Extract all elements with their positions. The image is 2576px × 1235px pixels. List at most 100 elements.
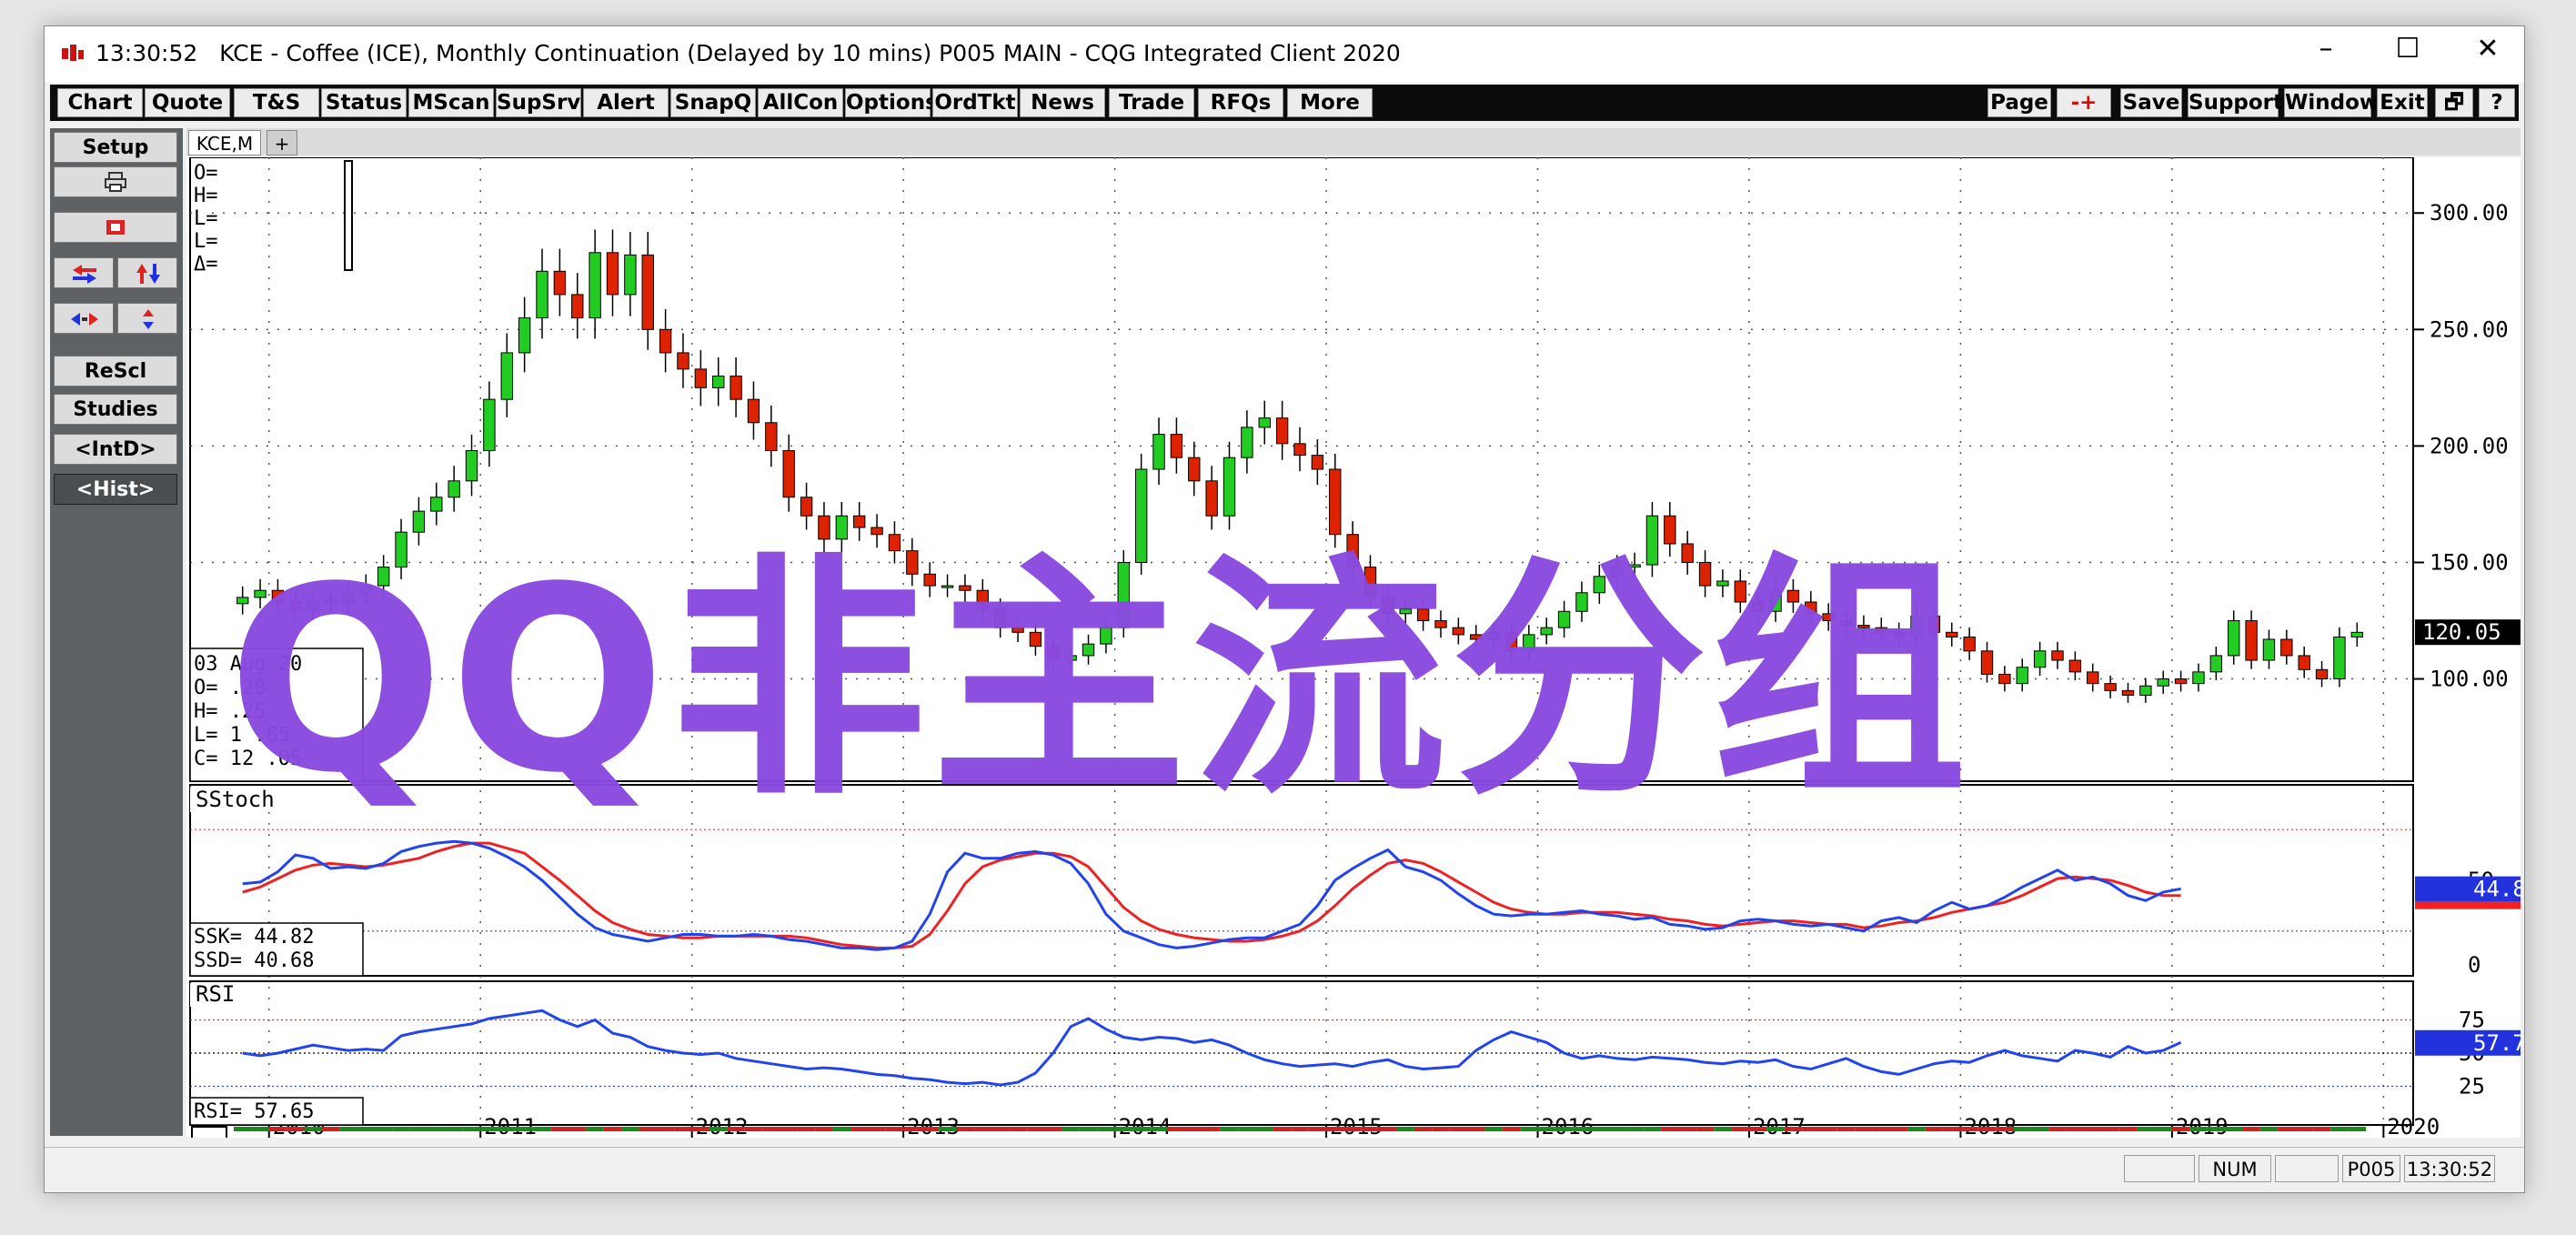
toolbar-button-ordtkt[interactable]: OrdTkt [932, 88, 1018, 117]
time-strip-mark [1379, 1127, 1397, 1131]
time-strip-mark [1943, 1127, 1961, 1131]
window-title-text: 13:30:52 KCE - Coffee (ICE), Monthly Con… [96, 40, 1401, 66]
time-strip-mark [1836, 1127, 1856, 1131]
title-bar[interactable]: 13:30:52 KCE - Coffee (ICE), Monthly Con… [45, 26, 2524, 83]
zoom-in-button[interactable] [54, 303, 114, 334]
info-top-line: O= [194, 162, 218, 185]
toolbar-button-snapq[interactable]: SnapQ [670, 88, 756, 117]
minimize-button[interactable]: – [2291, 26, 2360, 72]
time-strip-mark [392, 1127, 410, 1131]
time-strip-mark [2242, 1127, 2260, 1131]
toolbar-button-exit[interactable]: Exit [2377, 88, 2428, 117]
toolbar-button-zoom[interactable]: -+ [2057, 88, 2111, 117]
zoom-out-button[interactable] [117, 303, 177, 334]
candle-body [2087, 671, 2099, 685]
time-strip-mark [1132, 1127, 1151, 1131]
time-strip-mark [991, 1127, 1010, 1131]
candle-body [448, 480, 460, 498]
scroll-vertical-button[interactable] [117, 257, 177, 288]
time-strip-mark [621, 1127, 639, 1131]
candle-body [254, 589, 267, 598]
time-strip-mark [762, 1127, 780, 1131]
stoch-title: SStoch [196, 787, 275, 812]
candle-body [923, 573, 936, 587]
candle-body [2333, 636, 2346, 680]
toolbar-button-ts[interactable]: T&S [234, 88, 319, 117]
chart-area[interactable]: 2010 2011 2012 2013 2014 2015 2016 2017 2018 2019… [186, 157, 2521, 1138]
toolbar-button-save[interactable]: Save [2120, 88, 2182, 117]
time-strip-mark [339, 1127, 357, 1131]
toolbar-button-page[interactable]: Page [1987, 88, 2051, 117]
toolbar-button-options[interactable]: Options [845, 88, 938, 117]
candle-body [1839, 620, 1853, 627]
price-tick-label: 300.00 [2430, 200, 2509, 226]
toolbar-button-trade[interactable]: Trade [1109, 88, 1194, 117]
maximize-button[interactable]: ☐ [2373, 26, 2442, 72]
candle-body [2174, 678, 2188, 685]
candle-body [1963, 636, 1976, 652]
candle-body [1822, 613, 1835, 622]
time-strip-mark [1202, 1127, 1221, 1131]
candle-body [1205, 480, 1218, 517]
time-strip-mark [1255, 1127, 1273, 1131]
tab-kce-monthly[interactable]: KCE,M [188, 130, 261, 156]
info-top-line: Δ= [194, 253, 218, 276]
scroll-left-button[interactable] [54, 257, 114, 288]
time-strip-mark [1925, 1127, 1944, 1131]
chart-color-button[interactable] [54, 212, 177, 243]
candle-body [1241, 427, 1253, 458]
candle-body [853, 515, 866, 528]
ssk-line [242, 839, 2181, 951]
toolbar-button-alert[interactable]: Alert [583, 88, 669, 117]
x-axis-year-label: 2016 [1542, 1114, 1595, 1138]
toolbar-button-support[interactable]: Support [2188, 88, 2283, 117]
info-bottom-line: C= 12 .05 [194, 748, 302, 770]
toolbar-button-supsrv[interactable]: SupSrv [496, 88, 581, 117]
help-button[interactable]: ? [2479, 88, 2515, 117]
print-button[interactable] [54, 166, 177, 197]
time-strip-mark [550, 1127, 569, 1131]
setup-button[interactable]: Setup [54, 132, 177, 163]
time-strip-mark [1185, 1127, 1203, 1131]
toolbar-button-window[interactable]: Window [2284, 88, 2379, 117]
toolbar-button-news[interactable]: News [1020, 88, 1105, 117]
toolbar-button-quote[interactable]: Quote [145, 88, 230, 117]
add-tab-button[interactable]: + [267, 130, 297, 156]
toolbar-button-rfqs[interactable]: RFQs [1198, 88, 1283, 117]
rescale-button[interactable]: ReScl [54, 356, 177, 387]
historical-button[interactable]: <Hist> [54, 474, 177, 505]
candle-body [1593, 576, 1606, 594]
status-empty-box [2124, 1155, 2195, 1182]
candle-body [1275, 417, 1289, 445]
time-strip-mark [1696, 1127, 1715, 1131]
candle-body [2051, 650, 2064, 661]
toolbar-button-more[interactable]: More [1287, 88, 1373, 117]
candle-body [818, 515, 830, 540]
time-axis-corner-box [191, 1126, 227, 1138]
intraday-button[interactable]: <IntD> [54, 434, 177, 465]
candle-body [2121, 689, 2135, 696]
restore-window-button[interactable]: 🗗 [2435, 88, 2473, 117]
x-axis-year-label: 2015 [1330, 1114, 1383, 1138]
candle-body [1011, 627, 1024, 633]
toolbar-button-allcon[interactable]: AllCon [758, 88, 843, 117]
candle-body [976, 589, 990, 610]
toolbar-button-mscan[interactable]: MScan [408, 88, 494, 117]
candle-body [870, 527, 883, 536]
printer-icon [105, 172, 126, 192]
candle-body [1134, 468, 1148, 563]
studies-button[interactable]: Studies [54, 394, 177, 425]
candle-body [1329, 468, 1342, 536]
candle-body [1998, 673, 2011, 685]
candle-body [412, 510, 426, 533]
close-button[interactable]: ✕ [2453, 26, 2522, 72]
status-num: NUM [2199, 1155, 2271, 1182]
time-strip-mark [709, 1127, 728, 1131]
info-bottom-line: L= 1 .65 [194, 724, 290, 747]
time-strip-mark [832, 1127, 851, 1131]
candle-body [1223, 457, 1236, 517]
chart-svg[interactable]: 2010 2011 2012 2013 2014 2015 2016 2017 2018 2019… [186, 157, 2521, 1138]
toolbar-button-status[interactable]: Status [321, 88, 407, 117]
status-page: P005 [2342, 1155, 2400, 1182]
toolbar-button-chart[interactable]: Chart [57, 88, 143, 117]
